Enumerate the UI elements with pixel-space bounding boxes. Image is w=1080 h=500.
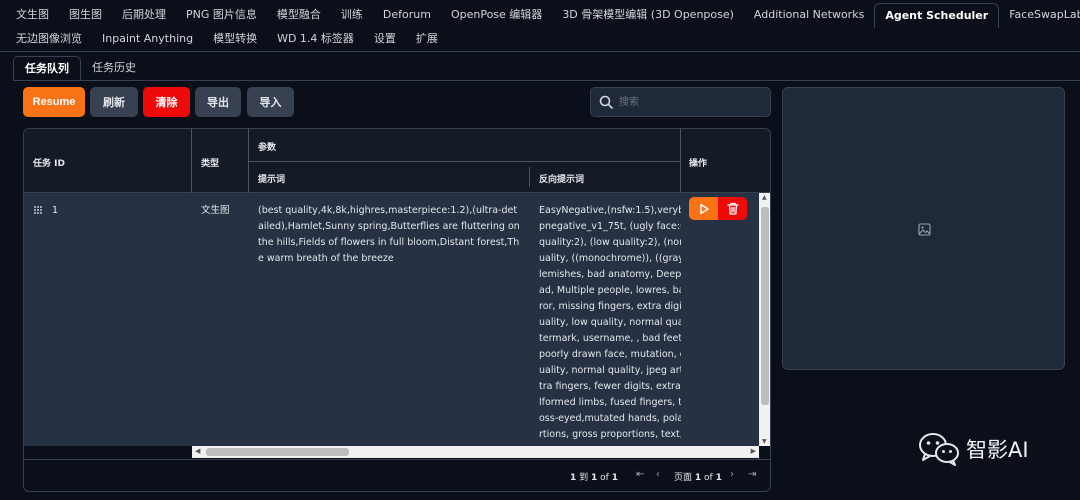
negative-prompt-line: lemishes, bad anatomy, DeepNe [539,269,681,280]
resume-button[interactable]: Resume [23,87,85,117]
header-prompt[interactable]: 提示词 [258,172,285,185]
image-preview [782,87,1065,370]
last-page-icon[interactable]: ⇥ [748,469,756,480]
task-negative-prompt: EasyNegative,(nsfw:1.5),verybadi pnegativ… [539,203,681,446]
subtab-divider [13,80,1080,81]
negative-prompt-line: tra fingers, fewer digits, extra lim [539,381,681,392]
tab-image-browser[interactable]: 无边图像浏览 [6,27,92,51]
header-divider [529,167,530,187]
negative-prompt-line: uality, ((monochrome)), ((graysca [539,253,681,264]
prev-page-icon[interactable]: ‹ [656,469,660,480]
tab-inpaint-anything[interactable]: Inpaint Anything [92,27,203,51]
export-button[interactable]: 导出 [195,87,241,117]
negative-prompt-line: oss-eyed,mutated hands, polar lo [539,413,681,424]
image-placeholder-icon [918,223,931,236]
header-negative-prompt[interactable]: 反向提示词 [539,172,584,185]
task-index: 1 [52,205,59,216]
tab-openpose-editor[interactable]: OpenPose 编辑器 [441,3,552,27]
row-range: 1 到 1 of 1 [570,473,618,483]
tab-png-info[interactable]: PNG 图片信息 [176,3,267,27]
negative-prompt-line: lformed limbs, fused fingers, too [539,397,681,408]
negative-prompt-line: ad, Multiple people, lowres, bad [539,285,681,296]
negative-prompt-line: EasyNegative,(nsfw:1.5),verybadi [539,205,681,216]
negative-prompt-line: pnegative_v1_75t, (ugly face:0.8), [539,221,681,232]
nav-row-1: 文生图 图生图 后期处理 PNG 图片信息 模型融合 训练 Deforum Op… [6,2,1080,28]
trash-icon [726,202,739,215]
header-divider [680,129,681,193]
task-queue-grid: 任务 ID 类型 参数 提示词 反向提示词 操作 1 文生图 (best qua… [23,128,771,492]
top-nav: 文生图 图生图 后期处理 PNG 图片信息 模型融合 训练 Deforum Op… [0,0,1080,54]
header-type[interactable]: 类型 [201,156,219,169]
negative-prompt-line: uality, normal quality, jpeg artifa [539,365,681,376]
scroll-right-icon[interactable]: ▶ [751,447,756,455]
scroll-down-icon[interactable]: ▼ [762,438,767,445]
tab-settings[interactable]: 设置 [364,27,406,51]
next-page-icon[interactable]: › [730,469,734,480]
import-button[interactable]: 导入 [247,87,294,117]
negative-prompt-line: quality:2), (low quality:2), (norma [539,237,681,248]
page-indicator: 页面 1 of 1 [674,473,722,483]
negative-prompt-line: rtions, gross proportions, text, er [539,429,681,440]
grid-pagination: 1 到 1 of 1 ⇤ ‹ 页面 1 of 1 › ⇥ [24,459,770,491]
header-actions: 操作 [689,159,708,169]
table-row[interactable]: 1 文生图 (best quality,4k,8k,highres,master… [24,193,759,446]
tab-deforum[interactable]: Deforum [373,3,441,27]
tab-train[interactable]: 训练 [331,3,373,27]
search-box[interactable] [590,87,771,117]
first-page-icon[interactable]: ⇤ [636,469,644,480]
tab-txt2img[interactable]: 文生图 [6,3,59,27]
sub-tabs: 任务队列 任务历史 [13,56,147,80]
tab-img2img[interactable]: 图生图 [59,3,112,27]
refresh-button[interactable]: 刷新 [90,87,138,117]
header-params: 参数 [258,143,277,153]
wechat-icon [919,433,959,466]
negative-prompt-line: ror, missing fingers, extra digit, fe [539,301,681,312]
tab-wd14-tagger[interactable]: WD 1.4 标签器 [267,27,364,51]
run-task-button[interactable] [689,197,718,220]
vertical-scroll-thumb[interactable] [761,207,769,405]
vertical-scrollbar[interactable]: ▲ ▼ [759,193,770,446]
task-type: 文生图 [201,205,230,216]
tab-model-convert[interactable]: 模型转换 [203,27,267,51]
drag-handle-icon[interactable] [34,204,42,214]
negative-prompt-line: poorly drawn face, mutation, def [539,349,681,360]
tab-extras[interactable]: 后期处理 [112,3,176,27]
grid-header: 任务 ID 类型 参数 提示词 反向提示词 操作 [24,129,770,193]
tab-task-queue[interactable]: 任务队列 [13,56,81,80]
negative-prompt-line: uality, low quality, normal quality [539,317,681,328]
tab-merge[interactable]: 模型融合 [267,3,331,27]
negative-prompt-line: termark, username, , bad feet, cro [539,333,681,344]
header-divider [191,129,192,193]
tab-task-history[interactable]: 任务历史 [81,56,147,80]
tab-agent-scheduler[interactable]: Agent Scheduler [874,2,1000,28]
tab-extensions[interactable]: 扩展 [406,27,448,51]
tab-faceswaplab[interactable]: FaceSwapLab [999,3,1080,27]
pinned-columns-spacer [24,446,192,458]
watermark-text: 智影AI [966,438,1029,462]
tab-additional-networks[interactable]: Additional Networks [744,3,874,27]
nav-row-2: 无边图像浏览 Inpaint Anything 模型转换 WD 1.4 标签器 … [6,27,448,51]
delete-task-button[interactable] [718,197,747,220]
horizontal-scroll-thumb[interactable] [206,448,349,456]
nav-divider [0,51,1080,52]
clear-button[interactable]: 清除 [143,87,190,117]
scroll-up-icon[interactable]: ▲ [762,194,767,201]
scroll-left-icon[interactable]: ◀ [195,447,200,455]
horizontal-scrollbar[interactable]: ◀ ▶ [192,446,759,458]
header-task-id[interactable]: 任务 ID [33,156,65,169]
search-icon [599,95,613,109]
task-prompt: (best quality,4k,8k,highres,masterpiece:… [258,205,520,264]
search-input[interactable] [619,93,764,111]
header-subdivider [248,161,680,162]
tab-3d-openpose[interactable]: 3D 骨架模型编辑 (3D Openpose) [552,3,744,27]
play-icon [699,203,709,214]
watermark: 智影AI [918,432,1029,466]
